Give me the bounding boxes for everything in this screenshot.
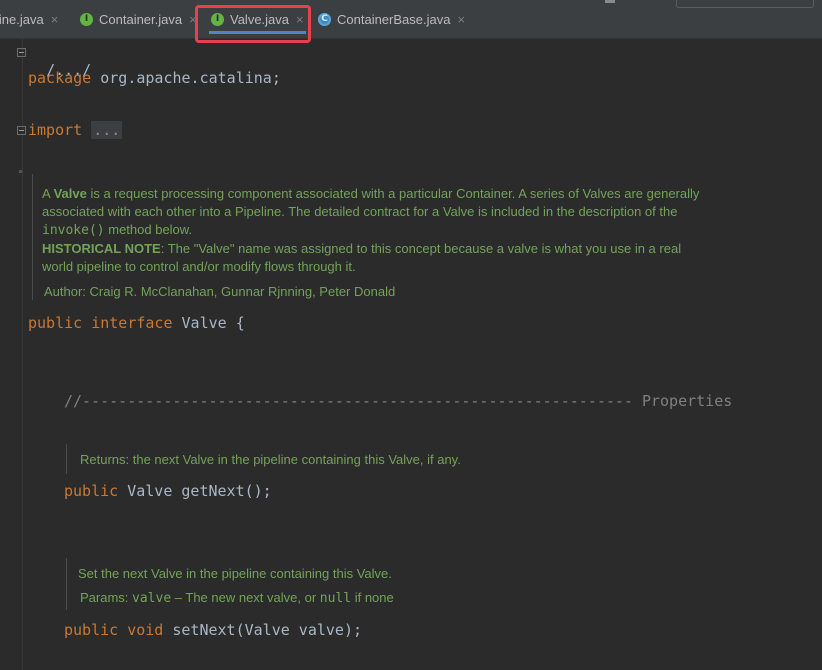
interface-declaration: public interface Valve { xyxy=(28,314,245,332)
tab-label: line.java xyxy=(0,11,44,27)
active-tab-highlight xyxy=(195,5,311,43)
getnext-javadoc: Returns: the next Valve in the pipeline … xyxy=(80,452,461,467)
getnext-method: public Valve getNext(); xyxy=(64,482,272,500)
javadoc-author: Author: Craig R. McClanahan, Gunnar Rjnn… xyxy=(44,284,396,299)
doc-comment-bar xyxy=(66,444,67,474)
package-line: package org.apache.catalina; xyxy=(28,69,281,87)
setnext-javadoc: Set the next Valve in the pipeline conta… xyxy=(78,566,392,581)
class-javadoc: A Valve is a request processing componen… xyxy=(42,186,700,274)
setnext-params: Params: valve – The new next valve, or n… xyxy=(80,590,394,606)
keyword: import xyxy=(28,121,83,139)
tab-label: ContainerBase.java xyxy=(337,11,451,27)
keyword: package xyxy=(28,69,92,87)
import-line: import ... xyxy=(28,121,123,139)
toolbar-icon[interactable] xyxy=(605,0,615,3)
setnext-method: public void setNext(Valve valve); xyxy=(64,621,363,639)
class-icon: C xyxy=(318,12,331,26)
doc-comment-bar xyxy=(66,558,67,610)
tab-containerbase-java[interactable]: C ContainerBase.java × xyxy=(318,6,465,32)
fold-toggle-icon[interactable] xyxy=(17,48,26,57)
run-configuration-selector[interactable] xyxy=(676,0,814,8)
close-icon[interactable]: × xyxy=(51,12,59,27)
close-icon[interactable]: × xyxy=(457,12,465,27)
fold-marker-icon xyxy=(19,170,22,173)
properties-comment: //--------------------------------------… xyxy=(64,392,733,410)
fold-toggle-icon[interactable] xyxy=(17,126,26,135)
tab-container-java[interactable]: I Container.java × xyxy=(80,6,197,32)
interface-icon: I xyxy=(80,12,93,26)
tab-label: Container.java xyxy=(99,11,183,27)
folded-imports[interactable]: ... xyxy=(91,121,123,139)
package-name: org.apache.catalina; xyxy=(91,69,281,87)
editor-tab-bar: line.java × I Container.java × I Valve.j… xyxy=(0,0,822,39)
doc-comment-bar xyxy=(32,174,33,300)
tab-pipeline-java[interactable]: line.java × xyxy=(0,6,58,32)
